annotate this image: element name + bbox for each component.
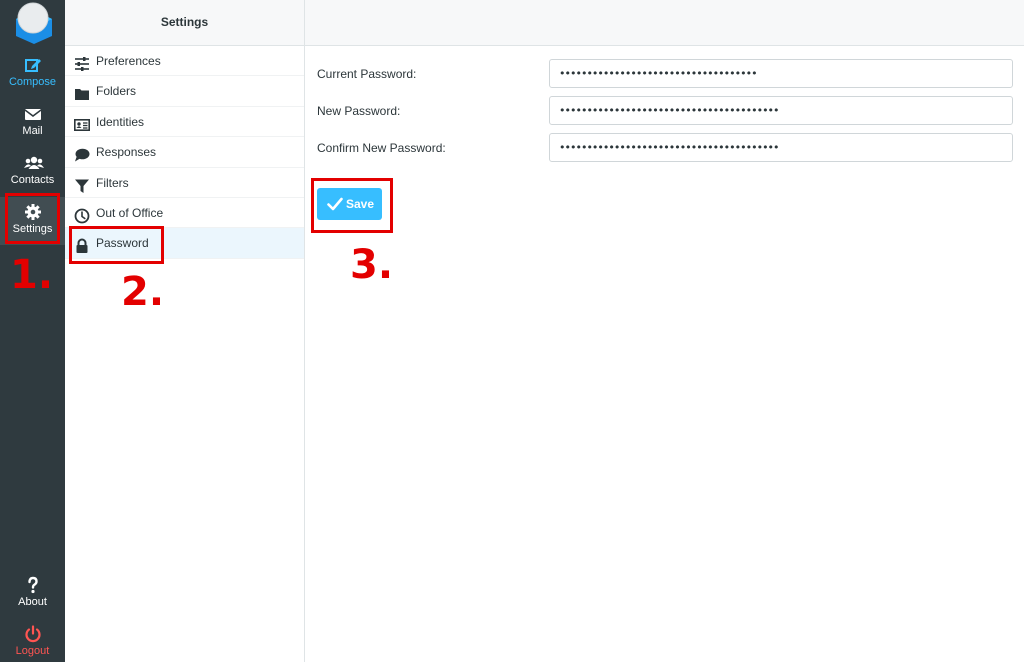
settings-item-label: Identities (96, 114, 145, 129)
new-password-row: New Password: (317, 96, 1013, 126)
nav-contacts-button[interactable]: Contacts (0, 148, 65, 196)
nav-about-label: About (18, 596, 47, 608)
nav-about-button[interactable]: About (0, 570, 65, 618)
new-password-label: New Password: (317, 104, 401, 118)
settings-item-responses[interactable]: Responses (65, 137, 304, 168)
settings-list-title: Settings (65, 0, 304, 46)
settings-item-label: Filters (96, 175, 129, 190)
users-icon (23, 154, 44, 172)
nav-mail-label: Mail (22, 125, 43, 137)
sliders-icon (74, 53, 90, 71)
app-logo (14, 2, 54, 44)
envelope-icon (24, 105, 42, 123)
confirm-password-label: Confirm New Password: (317, 141, 446, 155)
confirm-password-row: Confirm New Password: (317, 133, 1013, 163)
content-header (305, 0, 1024, 46)
filter-icon (74, 175, 90, 193)
main-navigation: Compose Mail Contacts Settings About Log… (0, 0, 65, 662)
id-card-icon (74, 114, 90, 131)
current-password-input[interactable] (549, 59, 1013, 88)
step-number-1: 1. (10, 252, 54, 298)
power-icon (24, 625, 42, 643)
password-settings-panel: Current Password: New Password: Confirm … (305, 0, 1024, 662)
settings-list-panel: Settings Preferences Folders Identities (65, 0, 305, 662)
compose-icon (24, 56, 42, 74)
settings-item-label: Responses (96, 145, 157, 160)
comment-icon (74, 144, 90, 162)
highlight-password-item (69, 226, 164, 264)
settings-item-label: Preferences (96, 54, 161, 68)
confirm-password-input[interactable] (549, 133, 1013, 162)
settings-item-label: Folders (96, 84, 137, 99)
step-number-2: 2. (121, 269, 165, 315)
current-password-row: Current Password: (317, 59, 1013, 89)
settings-item-preferences[interactable]: Preferences (65, 46, 304, 77)
settings-item-folders[interactable]: Folders (65, 76, 304, 107)
step-number-3: 3. (350, 242, 394, 288)
settings-item-identities[interactable]: Identities (65, 107, 304, 138)
settings-item-label: Out of Office (96, 205, 164, 220)
nav-contacts-label: Contacts (10, 174, 55, 186)
highlight-settings-nav (5, 193, 60, 244)
nav-logout-button[interactable]: Logout (0, 619, 65, 662)
clock-icon (74, 205, 90, 224)
nav-mail-button[interactable]: Mail (0, 99, 65, 147)
new-password-input[interactable] (549, 96, 1013, 125)
current-password-label: Current Password: (317, 67, 417, 81)
nav-compose-label: Compose (8, 76, 57, 88)
nav-logout-label: Logout (15, 645, 50, 657)
nav-compose-button[interactable]: Compose (0, 50, 65, 98)
settings-item-filters[interactable]: Filters (65, 168, 304, 198)
settings-item-out-of-office[interactable]: Out of Office (65, 198, 304, 229)
folder-icon (74, 83, 90, 101)
question-icon (24, 576, 42, 594)
highlight-save-button (311, 178, 393, 233)
